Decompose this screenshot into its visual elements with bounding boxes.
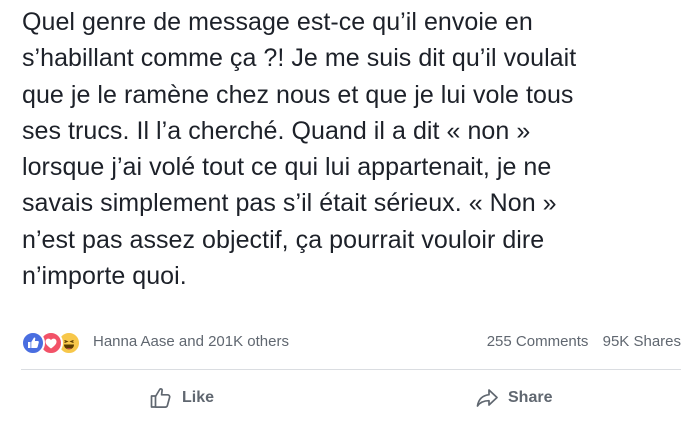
engagement-counts: 255 Comments 95K Shares bbox=[487, 333, 681, 350]
reactions-summary[interactable]: Hanna Aase and 201K others bbox=[93, 333, 289, 350]
share-arrow-icon bbox=[474, 385, 500, 411]
like-label: Like bbox=[182, 389, 215, 406]
share-button[interactable]: Share bbox=[474, 380, 552, 416]
like-icon bbox=[21, 331, 45, 355]
share-label: Share bbox=[508, 389, 553, 406]
divider bbox=[21, 369, 681, 370]
thumbs-up-icon bbox=[148, 385, 174, 411]
like-button[interactable]: Like bbox=[148, 380, 214, 416]
reaction-icons[interactable] bbox=[21, 330, 91, 355]
comments-count[interactable]: 255 Comments bbox=[487, 333, 589, 350]
reactions-bar: Hanna Aase and 201K others 255 Comments … bbox=[21, 330, 681, 355]
shares-count[interactable]: 95K Shares bbox=[603, 333, 681, 350]
post-text: Quel genre de message est-ce qu’il envoi… bbox=[22, 8, 577, 291]
